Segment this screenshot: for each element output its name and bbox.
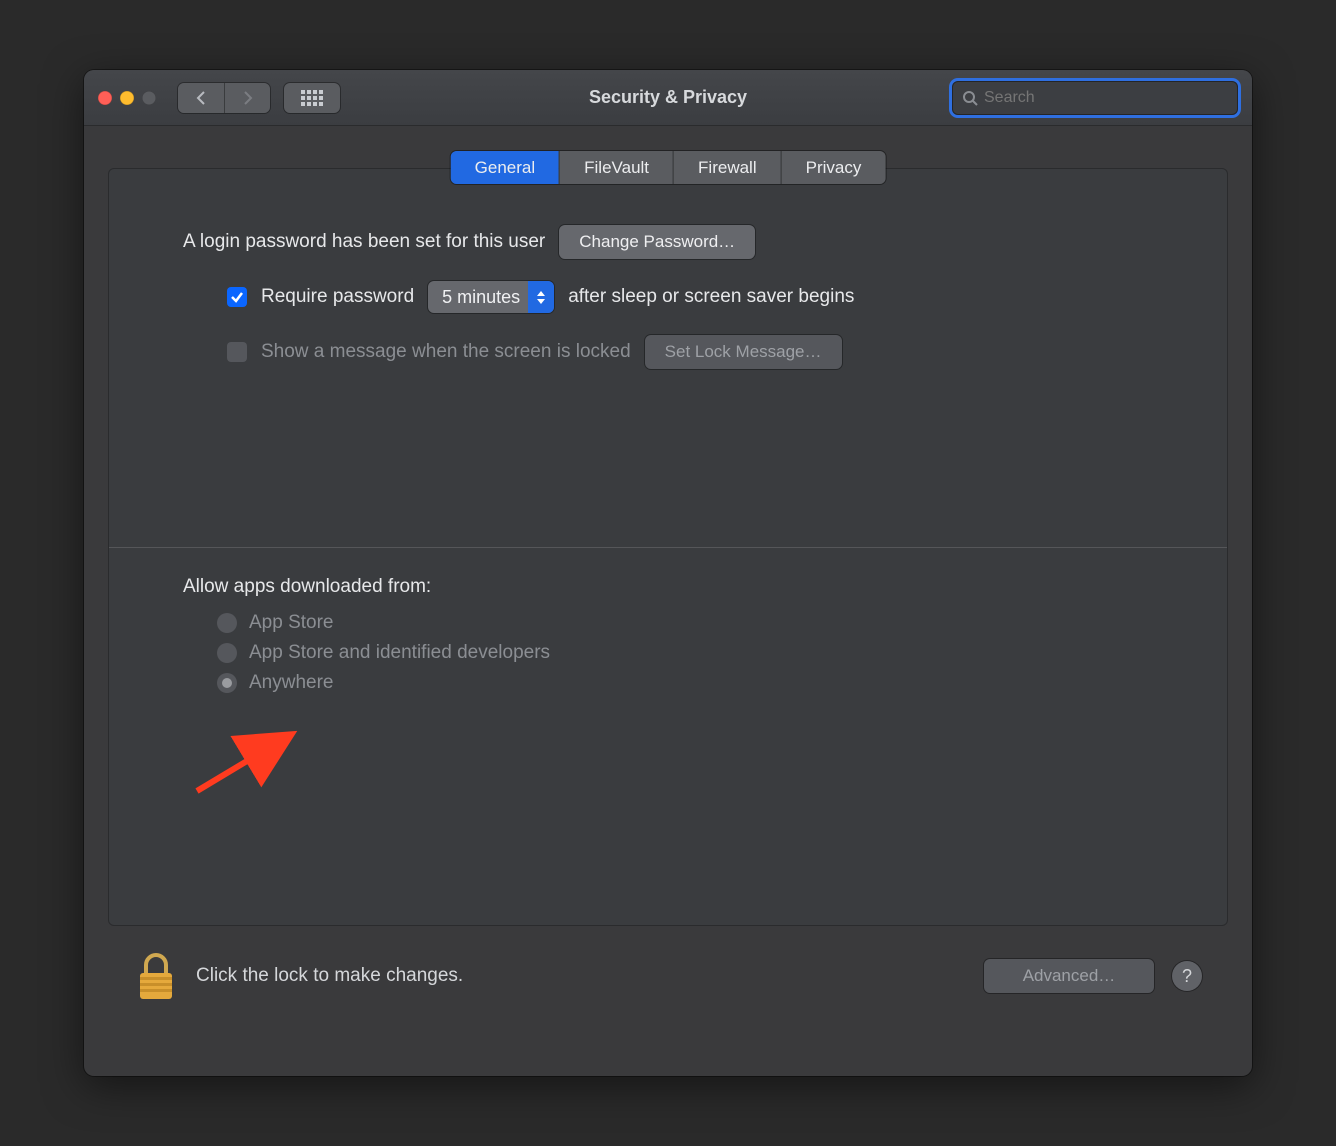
require-password-checkbox[interactable]	[227, 287, 247, 307]
grid-icon	[301, 90, 323, 106]
search-input[interactable]	[984, 89, 1228, 107]
close-window-button[interactable]	[98, 91, 112, 105]
change-password-button[interactable]: Change Password…	[559, 225, 755, 259]
search-icon	[962, 90, 978, 106]
allow-apps-option-anywhere: Anywhere	[217, 672, 1163, 694]
nav-back-button[interactable]	[178, 83, 224, 113]
chevron-left-icon	[195, 90, 207, 106]
lock-message-row: Show a message when the screen is locked…	[227, 335, 1163, 369]
radio-app-store-label: App Store	[249, 612, 334, 634]
tab-firewall[interactable]: Firewall	[673, 151, 781, 184]
help-button[interactable]: ?	[1172, 961, 1202, 991]
tab-general[interactable]: General	[451, 151, 559, 184]
set-lock-message-button: Set Lock Message…	[645, 335, 842, 369]
require-password-label-suffix: after sleep or screen saver begins	[568, 286, 854, 308]
login-password-note: A login password has been set for this u…	[183, 231, 545, 253]
check-icon	[230, 290, 244, 304]
allow-apps-option-identified: App Store and identified developers	[217, 642, 1163, 664]
radio-anywhere-label: Anywhere	[249, 672, 334, 694]
allow-apps-title: Allow apps downloaded from:	[183, 576, 1163, 598]
require-password-label-prefix: Require password	[261, 286, 414, 308]
zoom-window-button	[142, 91, 156, 105]
tabs: General FileVault Firewall Privacy	[451, 151, 886, 184]
lock-button[interactable]	[134, 951, 178, 1001]
radio-anywhere	[217, 673, 237, 693]
nav-forward-button	[224, 83, 270, 113]
lock-hint: Click the lock to make changes.	[196, 965, 463, 987]
show-all-button[interactable]	[284, 83, 340, 113]
require-password-delay-select[interactable]: 5 minutes	[428, 281, 554, 313]
window-controls	[98, 91, 156, 105]
allow-apps-option-app-store: App Store	[217, 612, 1163, 634]
require-password-row: Require password 5 minutes after sleep o…	[227, 281, 1163, 313]
lock-message-checkbox	[227, 342, 247, 362]
lock-icon	[134, 951, 178, 1001]
tab-filevault[interactable]: FileVault	[559, 151, 673, 184]
chevron-right-icon	[242, 90, 254, 106]
radio-identified-label: App Store and identified developers	[249, 642, 550, 664]
minimize-window-button[interactable]	[120, 91, 134, 105]
login-password-row: A login password has been set for this u…	[183, 225, 1163, 259]
radio-app-store	[217, 613, 237, 633]
footer: Click the lock to make changes. Advanced…	[108, 926, 1228, 1026]
titlebar: Security & Privacy	[84, 70, 1252, 126]
preferences-body: General FileVault Firewall Privacy A log…	[84, 126, 1252, 1076]
divider	[109, 547, 1227, 548]
nav-buttons	[178, 83, 270, 113]
annotation-arrow	[189, 729, 309, 799]
search-field[interactable]	[952, 81, 1238, 115]
stepper-icon	[528, 281, 554, 313]
preferences-window: Security & Privacy General FileVault Fir…	[84, 70, 1252, 1076]
lock-message-label: Show a message when the screen is locked	[261, 341, 631, 363]
content-panel: General FileVault Firewall Privacy A log…	[108, 168, 1228, 926]
advanced-button: Advanced…	[984, 959, 1154, 993]
require-password-delay-value: 5 minutes	[442, 287, 520, 308]
radio-identified	[217, 643, 237, 663]
tab-privacy[interactable]: Privacy	[781, 151, 886, 184]
